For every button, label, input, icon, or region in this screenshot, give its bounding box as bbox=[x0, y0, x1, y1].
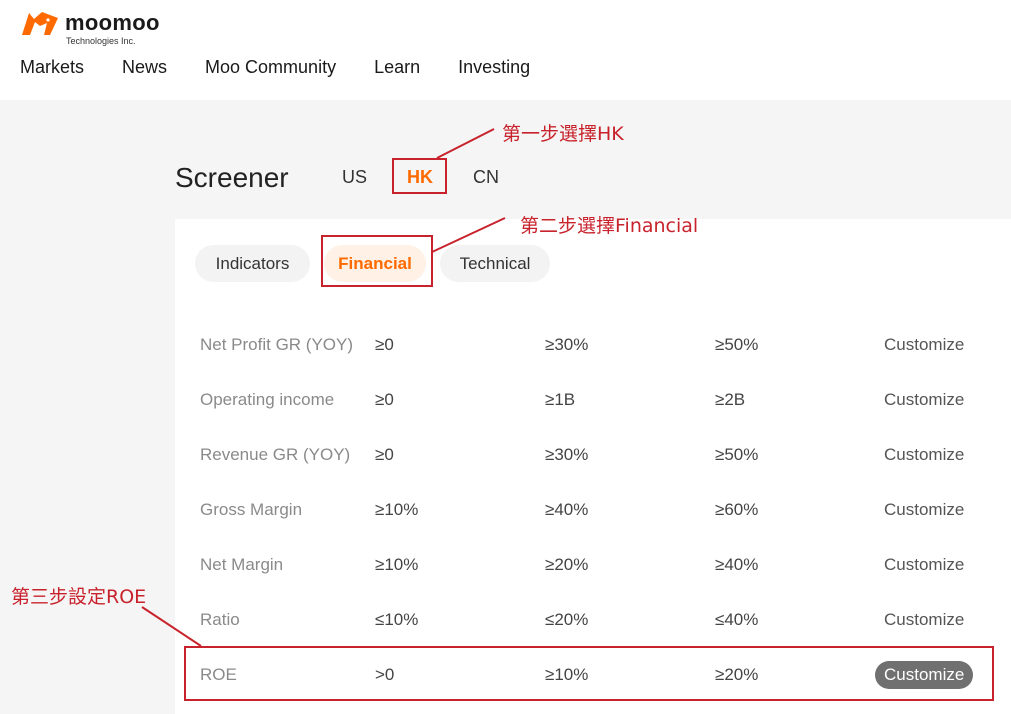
market-tab-hk[interactable]: HK bbox=[407, 167, 433, 188]
filter-label: Revenue GR (YOY) bbox=[200, 445, 351, 464]
filter-row-ratio: Ratio ≤10% ≤20% ≤40% Customize bbox=[175, 592, 1011, 647]
filter-label: Gross Margin bbox=[200, 500, 303, 519]
brand-name: moomoo bbox=[65, 10, 160, 35]
filter-option[interactable]: ≤40% bbox=[715, 592, 758, 647]
nav-item-learn[interactable]: Learn bbox=[374, 57, 420, 81]
filter-option[interactable]: ≥30% bbox=[545, 317, 588, 372]
customize-button[interactable]: Customize bbox=[884, 537, 964, 592]
filter-label: Net Profit GR (YOY) bbox=[200, 335, 354, 354]
main-nav: Markets News Moo Community Learn Investi… bbox=[20, 57, 530, 81]
market-tab-us[interactable]: US bbox=[342, 167, 367, 188]
filter-option[interactable]: ≥1B bbox=[545, 372, 575, 427]
moomoo-bull-icon bbox=[22, 12, 58, 35]
filter-option[interactable]: ≥20% bbox=[545, 537, 588, 592]
filter-row-net-profit-gr: Net Profit GR (YOY) ≥0 ≥30% ≥50% Customi… bbox=[175, 317, 1011, 372]
customize-button[interactable]: Customize bbox=[884, 592, 964, 647]
filter-option[interactable]: ≥30% bbox=[545, 427, 588, 482]
filter-option[interactable]: ≥0 bbox=[375, 317, 394, 372]
filter-option[interactable]: ≥0 bbox=[375, 427, 394, 482]
filter-row-roe: ROE >0 ≥10% ≥20% Customize bbox=[175, 647, 1011, 702]
filter-option[interactable]: ≥50% bbox=[715, 317, 758, 372]
filter-option[interactable]: ≥20% bbox=[715, 647, 758, 702]
filter-row-gross-margin: Gross Margin ≥10% ≥40% ≥60% Customize bbox=[175, 482, 1011, 537]
site-header: moomoo Technologies Inc. Markets News Mo… bbox=[0, 0, 1011, 100]
filter-label: Net Margin bbox=[200, 555, 284, 574]
filter-option[interactable]: >0 bbox=[375, 647, 394, 702]
filter-option[interactable]: ≥10% bbox=[375, 482, 418, 537]
filter-option[interactable]: ≥2B bbox=[715, 372, 745, 427]
filter-option[interactable]: ≤20% bbox=[545, 592, 588, 647]
customize-button-selected[interactable]: Customize bbox=[875, 661, 974, 689]
filter-row-net-margin: Net Margin ≥10% ≥20% ≥40% Customize bbox=[175, 537, 1011, 592]
filter-option[interactable]: ≥0 bbox=[375, 372, 394, 427]
filter-option[interactable]: ≥10% bbox=[545, 647, 588, 702]
filter-option[interactable]: ≤10% bbox=[375, 592, 418, 647]
category-tab-technical[interactable]: Technical bbox=[440, 245, 550, 282]
brand-subtitle: Technologies Inc. bbox=[66, 36, 136, 46]
category-tab-indicators[interactable]: Indicators bbox=[195, 245, 310, 282]
customize-button[interactable]: Customize bbox=[884, 482, 964, 537]
page-title: Screener bbox=[175, 162, 289, 193]
filter-option[interactable]: ≥40% bbox=[545, 482, 588, 537]
nav-item-news[interactable]: News bbox=[122, 57, 167, 81]
filter-option[interactable]: ≥10% bbox=[375, 537, 418, 592]
annotation-step3: 第三步設定ROE bbox=[11, 586, 147, 608]
customize-button[interactable]: Customize bbox=[884, 317, 964, 372]
category-tab-financial[interactable]: Financial bbox=[324, 245, 426, 282]
filter-row-revenue-gr: Revenue GR (YOY) ≥0 ≥30% ≥50% Customize bbox=[175, 427, 1011, 482]
filter-option[interactable]: ≥50% bbox=[715, 427, 758, 482]
customize-button[interactable]: Customize bbox=[884, 427, 964, 482]
annotation-step2: 第二步選擇Financial bbox=[520, 215, 699, 237]
filter-option[interactable]: ≥60% bbox=[715, 482, 758, 537]
filter-option[interactable]: ≥40% bbox=[715, 537, 758, 592]
filter-row-operating-income: Operating income ≥0 ≥1B ≥2B Customize bbox=[175, 372, 1011, 427]
filter-label: Ratio bbox=[200, 610, 240, 629]
market-tab-cn[interactable]: CN bbox=[473, 167, 499, 188]
filter-label: ROE bbox=[200, 665, 237, 684]
nav-item-investing[interactable]: Investing bbox=[458, 57, 530, 81]
nav-item-markets[interactable]: Markets bbox=[20, 57, 84, 81]
customize-button[interactable]: Customize bbox=[884, 372, 964, 427]
annotation-step1: 第一步選擇HK bbox=[502, 123, 624, 145]
filter-label: Operating income bbox=[200, 390, 335, 409]
nav-item-moo-community[interactable]: Moo Community bbox=[205, 57, 336, 81]
